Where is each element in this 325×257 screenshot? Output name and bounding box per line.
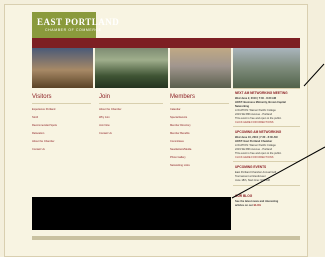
annotation-arrows [231, 63, 325, 199]
annotation-arrow-top [303, 63, 325, 87]
annotation-arrow-bottom [231, 146, 325, 199]
